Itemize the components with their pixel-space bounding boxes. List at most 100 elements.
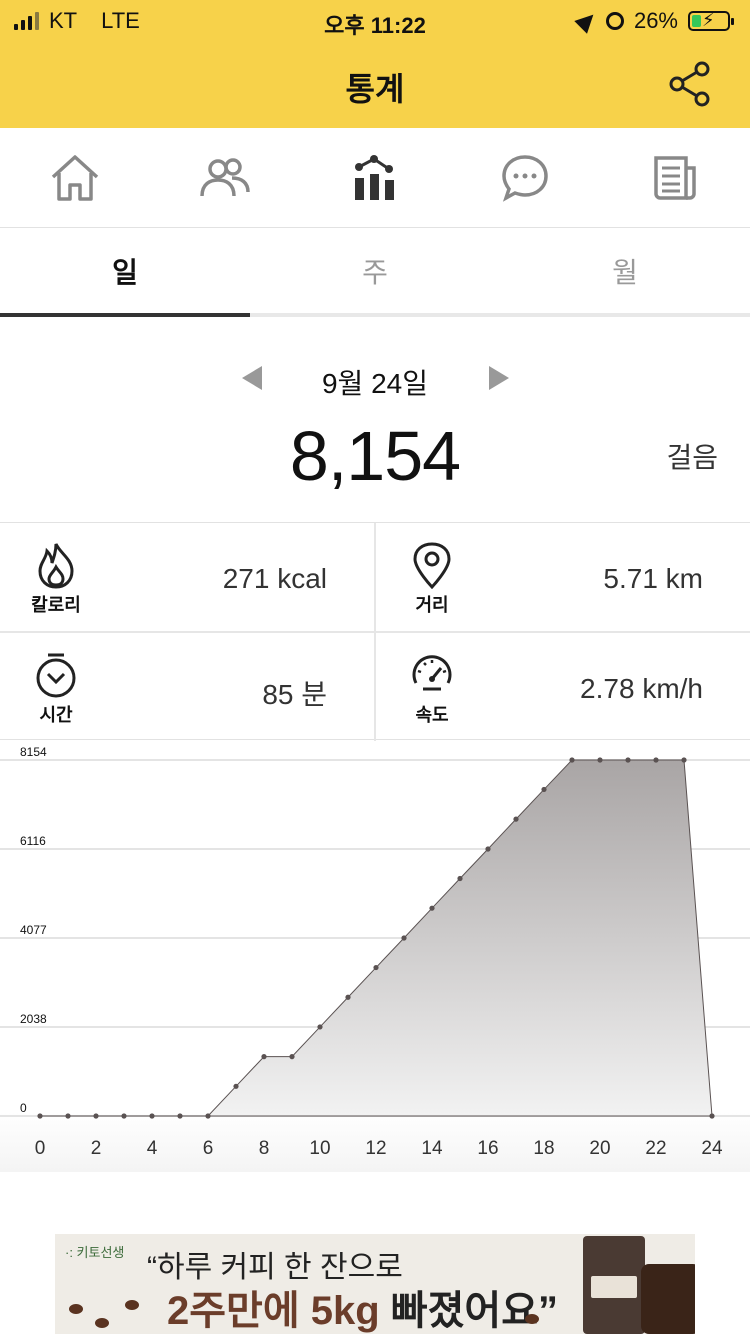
fire-icon [34, 541, 78, 589]
x-tick-label: 8 [259, 1138, 270, 1159]
x-tick-label: 20 [589, 1138, 610, 1159]
stat-speed: 속도 2.78 km/h [376, 633, 750, 741]
x-tick-label: 4 [147, 1138, 158, 1159]
tab-day[interactable]: 일 [0, 229, 250, 313]
stat-calories-label: 칼로리 [31, 595, 81, 615]
steps-chart: 0 2038 4077 6116 8154 0 2 4 6 8 10 12 14 16 18 20 22 24 [0, 742, 750, 1172]
coffee-bean-image [525, 1314, 539, 1324]
alarm-icon [605, 12, 624, 30]
speedometer-icon [410, 651, 454, 699]
location-pin-icon [410, 541, 454, 589]
x-tick-label: 22 [645, 1138, 666, 1159]
data-point [233, 1083, 239, 1089]
status-bar: KT LTE 오후 11:22 26% ⚡ [0, 0, 750, 42]
stat-speed-value: 2.78 km/h [580, 673, 703, 704]
stat-distance-label: 거리 [415, 595, 449, 615]
x-tick-label: 0 [35, 1138, 46, 1159]
data-point [205, 1113, 211, 1119]
data-point [653, 757, 659, 763]
chat-icon [502, 155, 548, 202]
data-point [429, 905, 435, 911]
data-point [597, 757, 603, 763]
coffee-bean-image [95, 1318, 109, 1328]
stat-distance: 거리 5.71 km [376, 523, 750, 631]
ad-brand: ·: 키토선생 [65, 1245, 125, 1260]
ad-highlight: 2주만에 5kg [167, 1289, 380, 1333]
data-point [149, 1113, 155, 1119]
data-point [93, 1113, 99, 1119]
nav-news[interactable] [645, 150, 705, 206]
stat-calories-value: 271 kcal [222, 563, 327, 594]
ad-subheadline-rest: 빠졌어요” [379, 1289, 559, 1333]
stat-calories: 칼로리 271 kcal [0, 523, 375, 631]
x-tick-label: 10 [309, 1138, 330, 1159]
coffee-carton-image [583, 1236, 645, 1334]
stat-time-value: 85 분 [262, 679, 327, 710]
data-point [373, 964, 379, 971]
x-tick-label: 24 [701, 1138, 723, 1159]
data-point [345, 994, 351, 1000]
coffee-bean-image [125, 1300, 139, 1310]
coffee-cup-image [641, 1264, 695, 1334]
tab-week[interactable]: 주 [250, 229, 500, 313]
y-tick-label: 2038 [20, 1012, 47, 1026]
battery-icon: ⚡ [688, 10, 734, 31]
steps-unit: 걸음 [666, 442, 718, 473]
data-point [541, 786, 547, 793]
x-tick-label: 6 [203, 1138, 214, 1159]
data-point [317, 1024, 323, 1030]
news-icon [654, 156, 696, 200]
location-icon [574, 8, 600, 34]
stat-time: 시간 85 분 [0, 633, 375, 741]
steps-count: 8,154 [289, 417, 461, 495]
tab-month[interactable]: 월 [500, 229, 750, 313]
stat-distance-value: 5.71 km [603, 563, 703, 594]
next-date-button[interactable] [489, 366, 509, 390]
data-point [485, 846, 491, 852]
data-point [121, 1113, 127, 1119]
nav-chat[interactable] [495, 150, 555, 206]
app-header: KT LTE 오후 11:22 26% ⚡ 통계 [0, 0, 750, 128]
y-tick-label: 8154 [20, 745, 47, 759]
main-nav [0, 128, 750, 228]
y-tick-label: 4077 [20, 923, 47, 937]
data-point [513, 816, 519, 822]
data-point [261, 1054, 267, 1060]
data-point [37, 1113, 43, 1119]
data-point [401, 935, 407, 941]
x-tick-label: 16 [477, 1138, 498, 1159]
data-point [457, 875, 463, 882]
ad-banner[interactable]: ·: 키토선생 “하루 커피 한 잔으로 2주만에 5kg 빠졌어요” [55, 1234, 695, 1334]
stopwatch-icon [34, 651, 78, 699]
stat-time-label: 시간 [39, 705, 73, 725]
data-point [569, 757, 575, 763]
nav-home[interactable] [45, 150, 105, 206]
ad-subheadline: 2주만에 5kg 빠졌어요” [167, 1278, 558, 1334]
stats-icon [355, 155, 394, 200]
steps-chart-svg: 02038407761168154 0 2 4 6 8 10 12 14 16 18 20 22 24 [0, 745, 750, 1159]
x-tick-label: 14 [421, 1138, 443, 1159]
data-point [709, 1113, 715, 1119]
page-title: 통계 [345, 71, 405, 107]
date-label: 9월 24일 [321, 368, 429, 399]
data-point [177, 1113, 183, 1119]
data-point [289, 1054, 295, 1060]
x-tick-label: 2 [91, 1138, 102, 1159]
share-button[interactable] [668, 60, 712, 108]
share-icon [669, 61, 710, 107]
stat-speed-label: 속도 [415, 705, 449, 725]
tab-indicator [0, 313, 250, 317]
stats-grid: 칼로리 271 kcal 거리 5.71 km 시간 85 분 속도 2.78 … [0, 522, 750, 741]
y-tick-label: 6116 [20, 834, 46, 848]
period-tabs: 일 주 월 [0, 229, 750, 317]
coffee-bean-image [69, 1304, 83, 1314]
battery-percent: 26% [633, 8, 678, 33]
people-icon [200, 158, 250, 197]
data-point [625, 757, 631, 763]
y-tick-label: 0 [20, 1101, 27, 1115]
x-tick-label: 12 [365, 1138, 386, 1159]
date-selector: 9월 24일 [0, 360, 750, 400]
x-tick-label: 18 [533, 1138, 554, 1159]
nav-friends[interactable] [195, 150, 255, 206]
nav-stats[interactable] [345, 150, 405, 206]
